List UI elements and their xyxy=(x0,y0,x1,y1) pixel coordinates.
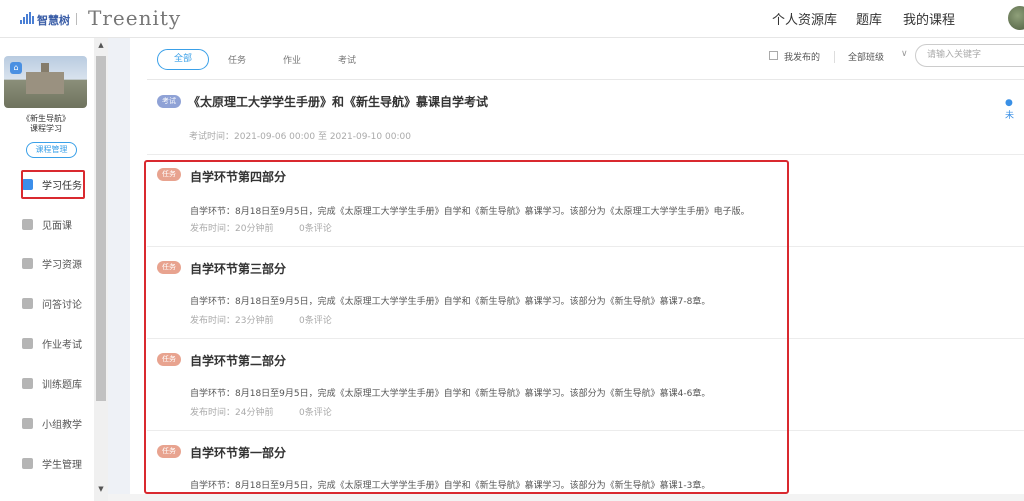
graduation-cap-icon xyxy=(22,457,33,469)
scrollbar-thumb[interactable] xyxy=(96,56,106,401)
course-cover-image[interactable]: ⌂ xyxy=(4,56,87,108)
avatar[interactable] xyxy=(1008,6,1024,30)
content-gutter xyxy=(108,38,130,501)
logo-divider xyxy=(76,13,77,25)
highlight-task-list xyxy=(144,160,789,494)
sidebar-item-label: 学生管理 xyxy=(42,459,82,471)
nav-my-courses[interactable]: 我的课程 xyxy=(903,9,955,28)
tab-all[interactable]: 全部 xyxy=(157,49,209,70)
course-name-line2: 课程学习 xyxy=(30,124,62,133)
my-published-label[interactable]: 我发布的 xyxy=(784,50,820,63)
class-select[interactable]: 全部班级 xyxy=(848,50,884,63)
scroll-down-arrow-icon[interactable]: ▼ xyxy=(96,484,106,494)
sidebar-item-student-management[interactable]: 学生管理 xyxy=(22,449,92,477)
main-content: 全部 任务 作业 考试 我发布的 全部班级 ∨ 请输入关键字 考试 《太原理工大… xyxy=(130,38,1024,501)
nav-question-bank[interactable]: 题库 xyxy=(856,9,882,28)
logo-text[interactable]: 智慧树 xyxy=(37,12,70,28)
person-icon xyxy=(22,218,33,230)
sidebar-item-meeting-class[interactable]: 见面课 xyxy=(22,210,92,238)
sidebar-item-resources[interactable]: 学习资源 xyxy=(22,249,92,277)
course-name: 《新生导航》 课程学习 xyxy=(0,114,92,134)
book-icon xyxy=(22,337,33,349)
status-badge: ● 未 xyxy=(1005,98,1015,121)
brand-name[interactable]: Treenity xyxy=(88,6,181,30)
item-title[interactable]: 《太原理工大学学生手册》和《新生导航》慕课自学考试 xyxy=(188,93,488,110)
chevron-down-icon[interactable]: ∨ xyxy=(901,49,908,59)
folder-icon xyxy=(22,257,33,269)
highlight-active-nav xyxy=(21,170,85,199)
exam-time: 考试时间：2021-09-06 00:00 至 2021-09-10 00:00 xyxy=(189,132,411,142)
sidebar-item-label: 见面课 xyxy=(42,220,72,232)
search-input[interactable]: 请输入关键字 xyxy=(915,44,1024,67)
nav-personal-library[interactable]: 个人资源库 xyxy=(772,9,837,28)
tab-exams[interactable]: 考试 xyxy=(338,53,356,66)
sidebar-item-homework-exams[interactable]: 作业考试 xyxy=(22,329,92,357)
row-divider xyxy=(147,154,1024,155)
horizontal-scrollbar[interactable] xyxy=(108,494,1024,501)
sidebar-item-training-bank[interactable]: 训练题库 xyxy=(22,369,92,397)
home-icon[interactable]: ⌂ xyxy=(10,62,22,74)
list-icon xyxy=(22,377,33,389)
course-name-line1: 《新生导航》 xyxy=(22,114,70,123)
filter-divider-line xyxy=(147,79,1024,80)
exam-badge: 考试 xyxy=(157,95,181,108)
filter-divider xyxy=(834,51,835,63)
scroll-up-arrow-icon[interactable]: ▲ xyxy=(96,40,106,50)
sidebar: ⌂ 《新生导航》 课程学习 课程管理 学习任务 见面课 学习资源 问答讨论 作业… xyxy=(0,38,94,501)
top-bar: 智慧树 Treenity 个人资源库 题库 我的课程 xyxy=(0,0,1024,38)
sidebar-item-label: 学习资源 xyxy=(42,259,82,271)
sidebar-item-label: 问答讨论 xyxy=(42,299,82,311)
group-icon xyxy=(22,417,33,429)
sidebar-item-label: 小组教学 xyxy=(42,419,82,431)
sidebar-item-group-teaching[interactable]: 小组教学 xyxy=(22,409,92,437)
course-manage-button[interactable]: 课程管理 xyxy=(26,142,77,158)
sidebar-item-label: 训练题库 xyxy=(42,379,82,391)
tab-homework[interactable]: 作业 xyxy=(283,53,301,66)
chat-icon xyxy=(22,297,33,309)
logo-icon xyxy=(20,12,34,24)
sidebar-item-label: 作业考试 xyxy=(42,339,82,351)
sidebar-item-discussion[interactable]: 问答讨论 xyxy=(22,289,92,317)
my-published-checkbox[interactable] xyxy=(769,51,778,60)
tab-tasks[interactable]: 任务 xyxy=(228,53,246,66)
